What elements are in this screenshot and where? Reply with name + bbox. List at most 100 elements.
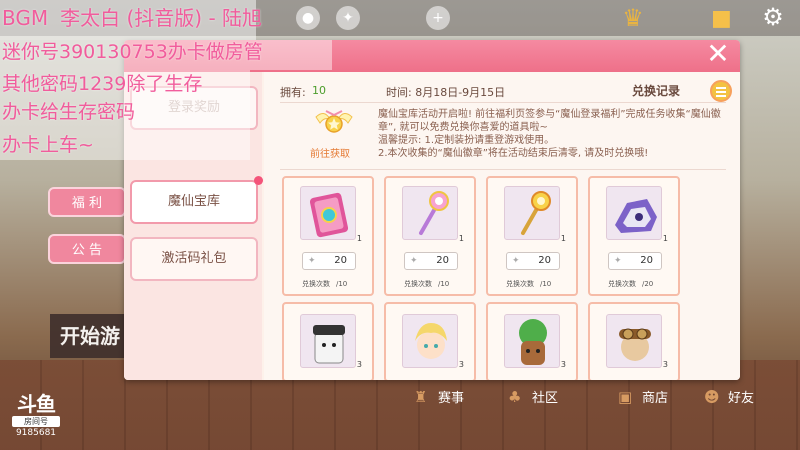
price-value: 20 bbox=[640, 255, 653, 266]
bottom-nav: ♜ 赛事 ♣ 社区 ▣ 商店 ☻ 好友 bbox=[380, 382, 800, 412]
item-image bbox=[504, 186, 560, 240]
times-label: 兑换次数 bbox=[302, 280, 330, 288]
treasury-content: 拥有: 10 时间: 8月18日-9月15日 兑换记录 前往获取 魔仙宝库活动开… bbox=[264, 72, 740, 380]
sailor-avatar-icon bbox=[313, 325, 345, 364]
exchange-times: 兑换次数/10 bbox=[302, 279, 347, 289]
notification-dot bbox=[254, 176, 263, 185]
logo-sub: 房间号 bbox=[12, 416, 60, 427]
trophy-icon: ♜ bbox=[414, 388, 428, 406]
exchange-price-button[interactable]: ✦ 20 bbox=[506, 252, 560, 270]
times-label: 兑换次数 bbox=[608, 280, 636, 288]
item-qty: 1 bbox=[662, 234, 668, 243]
exchange-card[interactable]: 1 ✦ 20 兑换次数/10 bbox=[384, 176, 476, 296]
item-qty: 1 bbox=[458, 234, 464, 243]
section-divider bbox=[280, 169, 726, 170]
times-value: /10 bbox=[336, 280, 348, 288]
mecha-mount-icon bbox=[615, 199, 657, 233]
stream-logo: 斗鱼 房间号 9185681 bbox=[12, 393, 60, 443]
price-value: 20 bbox=[538, 255, 551, 266]
magic-wand-icon bbox=[419, 191, 449, 235]
nav-shop[interactable]: ▣ 商店 bbox=[618, 386, 668, 408]
info-row: 拥有: 10 时间: 8月18日-9月15日 兑换记录 bbox=[280, 80, 736, 102]
item-image bbox=[504, 314, 560, 368]
overlay-line-3: 其他密码1239除了生存 bbox=[2, 73, 203, 95]
exchange-card[interactable]: 3 bbox=[588, 302, 680, 380]
desc-line-1: 魔仙宝库活动开启啦! 前往福利页签参与“魔仙登录福利”完成任务收集“魔仙徽章”,… bbox=[378, 109, 721, 133]
desc-line-2: 温馨提示: 1.定制装扮请重登游戏使用。 bbox=[378, 135, 555, 146]
menu-welfare-tab[interactable]: 福 利 bbox=[48, 187, 126, 217]
nav-events[interactable]: ♜ 赛事 bbox=[414, 386, 464, 408]
goto-obtain-link[interactable]: 前往获取 bbox=[310, 145, 350, 160]
item-image bbox=[606, 314, 662, 368]
magic-book-icon bbox=[309, 192, 349, 238]
nav-community-label: 社区 bbox=[532, 391, 559, 406]
crown-icon[interactable]: ♛ bbox=[616, 4, 650, 32]
nav-shop-label: 商店 bbox=[642, 391, 669, 406]
community-icon: ♣ bbox=[508, 388, 522, 406]
exchange-card[interactable]: 1 ✦ 20 兑换次数/10 bbox=[282, 176, 374, 296]
exchange-card[interactable]: 3 bbox=[486, 302, 578, 380]
tree-avatar-icon bbox=[519, 319, 547, 365]
item-qty: 1 bbox=[356, 234, 362, 243]
exchange-price-button[interactable]: ✦ 20 bbox=[302, 252, 356, 270]
exchange-card[interactable]: 3 bbox=[282, 302, 374, 380]
exchange-times: 兑换次数/10 bbox=[506, 279, 551, 289]
item-image bbox=[300, 314, 356, 368]
owned-label: 拥有: bbox=[280, 86, 306, 99]
exchange-record-button[interactable]: 兑换记录 bbox=[632, 80, 732, 102]
gear-icon[interactable]: ⚙ bbox=[760, 4, 786, 30]
overlay-line-2: 迷你号390130753办卡做房管 bbox=[2, 41, 263, 63]
golden-wand-icon bbox=[521, 191, 551, 235]
exchange-card[interactable]: 3 bbox=[384, 302, 476, 380]
exchange-price-button[interactable]: ✦ 20 bbox=[608, 252, 662, 270]
record-list-icon bbox=[710, 80, 732, 102]
times-value: /10 bbox=[438, 280, 450, 288]
nav-friends-label: 好友 bbox=[728, 391, 755, 406]
badge-cost-icon: ✦ bbox=[512, 256, 520, 266]
item-qty: 3 bbox=[560, 360, 566, 369]
nav-community[interactable]: ♣ 社区 bbox=[508, 386, 558, 408]
badge-cost-icon: ✦ bbox=[410, 256, 418, 266]
event-time: 时间: 8月18日-9月15日 bbox=[386, 86, 506, 99]
plus-icon[interactable]: + bbox=[426, 6, 450, 30]
overlay-bgm: BGM 李太白 (抖音版) - 陆旭 bbox=[2, 6, 262, 30]
logo-mark: 斗鱼 bbox=[17, 392, 56, 416]
overlay-line-5: 办卡上车~ bbox=[2, 134, 94, 156]
bolt-icon[interactable]: ✦ bbox=[336, 6, 360, 30]
tab-treasury[interactable]: 魔仙宝库 bbox=[130, 180, 258, 224]
fairy-badge-icon bbox=[315, 110, 353, 133]
owned-value: 10 bbox=[312, 84, 326, 97]
event-description: 魔仙宝库活动开启啦! 前往福利页签参与“魔仙登录福利”完成任务收集“魔仙徽章”,… bbox=[378, 108, 728, 160]
price-value: 20 bbox=[436, 255, 449, 266]
blonde-avatar-icon bbox=[415, 323, 447, 359]
bgm-label: BGM bbox=[2, 6, 49, 30]
close-button[interactable]: ✕ bbox=[704, 40, 732, 68]
tab-activation-code[interactable]: 激活码礼包 bbox=[130, 237, 258, 281]
nav-friends[interactable]: ☻ 好友 bbox=[704, 386, 754, 408]
times-value: /10 bbox=[540, 280, 552, 288]
item-image bbox=[402, 186, 458, 240]
nav-events-label: 赛事 bbox=[438, 391, 465, 406]
exchange-times: 兑换次数/20 bbox=[608, 279, 653, 289]
price-value: 20 bbox=[334, 255, 347, 266]
start-game-button[interactable]: 开始游 bbox=[50, 314, 130, 358]
badge-cost-icon: ✦ bbox=[308, 256, 316, 266]
overlay-line-4: 办卡给生存密码 bbox=[2, 101, 136, 123]
exchange-price-button[interactable]: ✦ 20 bbox=[404, 252, 458, 270]
cart-icon: ▣ bbox=[618, 388, 633, 406]
menu-notice-tab[interactable]: 公 告 bbox=[48, 234, 126, 264]
gift-icon[interactable]: ■ bbox=[711, 6, 745, 34]
times-label: 兑换次数 bbox=[506, 280, 534, 288]
item-qty: 1 bbox=[560, 234, 566, 243]
coin-icon[interactable]: ● bbox=[296, 6, 320, 30]
exchange-card[interactable]: 1 ✦ 20 兑换次数/10 bbox=[486, 176, 578, 296]
room-number: 9185681 bbox=[15, 428, 57, 438]
exchange-record-label: 兑换记录 bbox=[632, 84, 681, 98]
item-qty: 3 bbox=[458, 360, 464, 369]
divider bbox=[280, 102, 726, 103]
goggle-avatar-icon bbox=[619, 328, 651, 361]
item-qty: 3 bbox=[662, 360, 668, 369]
desc-line-3: 2.本次收集的“魔仙徽章”将在活动结束后清零, 请及时兑换哦! bbox=[378, 148, 649, 159]
times-value: /20 bbox=[642, 280, 654, 288]
exchange-card[interactable]: 1 ✦ 20 兑换次数/20 bbox=[588, 176, 680, 296]
